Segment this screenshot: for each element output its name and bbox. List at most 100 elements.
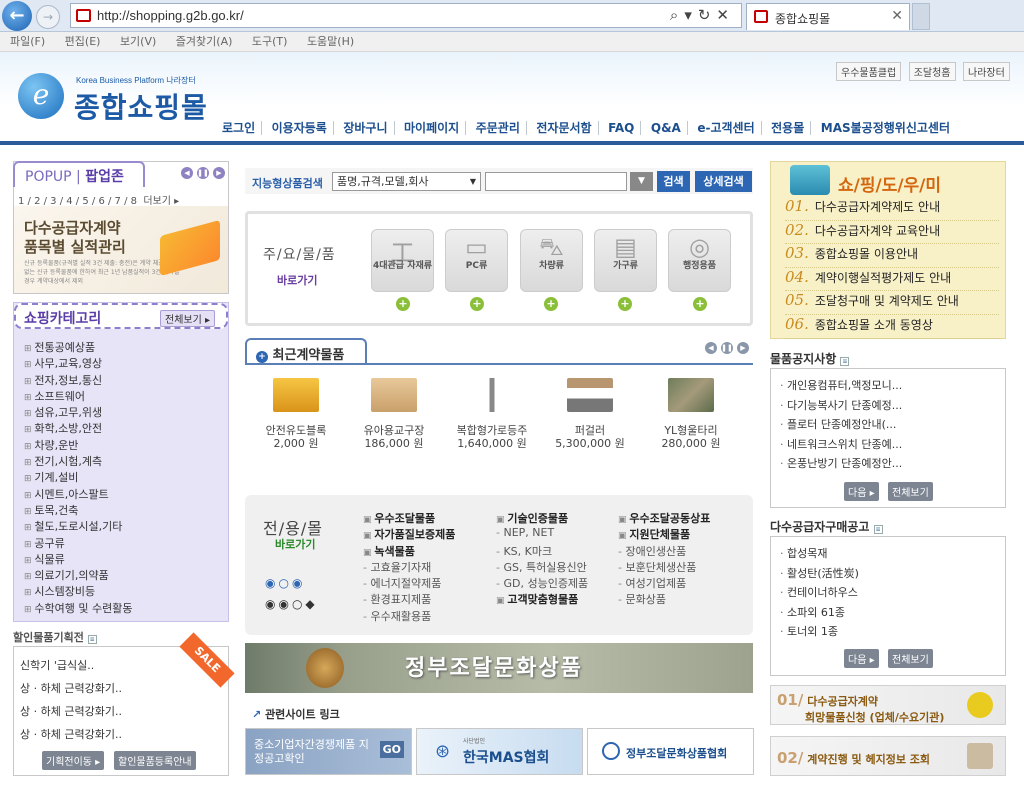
- special-item[interactable]: 녹색물품: [363, 543, 455, 559]
- recent-item[interactable]: YL형울타리 280,000 원: [643, 378, 739, 451]
- nav-qna[interactable]: Q&A: [645, 121, 688, 135]
- category-item[interactable]: 공구류: [24, 535, 132, 551]
- plus-icon[interactable]: +: [618, 297, 632, 311]
- guide-item[interactable]: 03. 종합쇼핑몰 이용안내: [785, 244, 999, 268]
- special-item[interactable]: 여성기업제품: [618, 575, 710, 591]
- browser-tab[interactable]: 종합쇼핑몰 ✕: [746, 3, 910, 30]
- notice1-item[interactable]: 다기능복사기 단종예정...: [780, 397, 902, 417]
- category-item[interactable]: 전기,시험,계측: [24, 453, 132, 469]
- more-icon[interactable]: ≡: [840, 357, 850, 366]
- category-item[interactable]: 전통공예상품: [24, 339, 132, 355]
- guide-text[interactable]: 다수공급자계약제도 안내: [815, 200, 940, 214]
- category-item[interactable]: 의료기기,의약품: [24, 567, 132, 583]
- notice1-next-label[interactable]: 다음: [848, 488, 866, 499]
- logo-e-icon[interactable]: e: [18, 73, 64, 119]
- category-item[interactable]: 기계,설비: [24, 469, 132, 485]
- guide-text[interactable]: 종합쇼핑몰 소개 동영상: [815, 318, 933, 332]
- recent-item[interactable]: 유아용교구장 186,000 원: [346, 378, 442, 451]
- nav-register[interactable]: 이용자등록: [266, 121, 334, 135]
- recent-name[interactable]: YL형울타리: [643, 424, 739, 437]
- special-item[interactable]: 우수조달공동상표: [618, 510, 710, 526]
- nav-mas-report[interactable]: MAS불공정행위신고센터: [815, 121, 956, 135]
- special-item[interactable]: 고효율기자재: [363, 559, 455, 575]
- notice2-item[interactable]: 토너외 1종: [780, 623, 859, 643]
- more-icon[interactable]: ≡: [87, 635, 97, 644]
- goods-furniture[interactable]: ▤ 가구류: [594, 229, 657, 292]
- notice1-item[interactable]: 플로터 단종예정안내(...: [780, 416, 902, 436]
- guide-text[interactable]: 조달청구매 및 계약제도 안내: [815, 294, 959, 308]
- recent-name[interactable]: 유아용교구장: [346, 424, 442, 437]
- category-item[interactable]: 토목,건축: [24, 502, 132, 518]
- notice1-next-button[interactable]: 다음 ▸: [844, 482, 879, 501]
- next-icon[interactable]: ▶: [213, 167, 225, 179]
- special-item[interactable]: KS, K마크: [496, 543, 588, 559]
- special-item[interactable]: GS, 특허실용신안: [496, 559, 588, 575]
- menu-edit[interactable]: 편집(E): [65, 32, 101, 51]
- nav-cart[interactable]: 장바구니: [337, 121, 395, 135]
- category-all-button[interactable]: 전체보기 ▸: [160, 310, 216, 327]
- notice1-item[interactable]: 개인용컴퓨터,액정모니...: [780, 377, 902, 397]
- search-type-select[interactable]: 품명,규격,모델,회사 ▼: [332, 172, 481, 191]
- nav-login[interactable]: 로그인: [216, 121, 263, 135]
- special-item[interactable]: 문화상품: [618, 591, 710, 607]
- menu-favorites[interactable]: 즐겨찾기(A): [176, 32, 233, 51]
- search-button[interactable]: 검색: [657, 171, 690, 192]
- guide-item[interactable]: 06. 종합쇼핑몰 소개 동영상: [785, 315, 999, 339]
- sale-item[interactable]: 상 · 하체 근력강화기..: [20, 703, 122, 726]
- notice2-next-button[interactable]: 다음 ▸: [844, 649, 879, 668]
- special-item[interactable]: 에너지절약제품: [363, 575, 455, 591]
- sale-item[interactable]: 상 · 하체 근력강화기..: [20, 726, 122, 749]
- category-item[interactable]: 시멘트,아스팔트: [24, 486, 132, 502]
- recent-item[interactable]: 안전유도블록 2,000 원: [248, 378, 344, 451]
- category-item[interactable]: 소프트웨어: [24, 388, 132, 404]
- sale-item[interactable]: 신학기 '급식실..: [20, 657, 122, 680]
- address-bar[interactable]: http://shopping.g2b.go.kr/ ⌕▾↻✕: [70, 3, 742, 28]
- plus-icon[interactable]: +: [470, 297, 484, 311]
- related-culture[interactable]: 정부조달문화상품협회: [587, 728, 754, 775]
- prev-icon[interactable]: ◀: [705, 342, 717, 354]
- special-item[interactable]: NEP, NET: [496, 526, 588, 542]
- top-link-excellent-club[interactable]: 우수물품클럽: [836, 62, 902, 81]
- right-banner-1[interactable]: 01/ 다수공급자계약 희망물품신청 (업체/수요기관): [770, 685, 1006, 725]
- notice1-item[interactable]: 네트워크스위치 단종예...: [780, 436, 902, 456]
- logo-title[interactable]: 종합쇼핑몰: [74, 86, 208, 126]
- menu-view[interactable]: 보기(V): [120, 32, 156, 51]
- notice2-item[interactable]: 컨테이너하우스: [780, 584, 859, 604]
- plus-icon[interactable]: +: [396, 297, 410, 311]
- pause-icon[interactable]: ❚❚: [197, 167, 209, 179]
- forward-arrow-icon[interactable]: →: [36, 5, 60, 29]
- category-item[interactable]: 시스템장비등: [24, 583, 132, 599]
- special-item[interactable]: 기술인증물품: [496, 510, 588, 526]
- recent-item[interactable]: 복합형가로등주 1,640,000 원: [444, 378, 540, 451]
- related-sme[interactable]: 중소기업자간경쟁제품 지정공고확인 GO: [245, 728, 412, 775]
- more-icon[interactable]: ≡: [873, 525, 883, 534]
- recent-item[interactable]: 퍼걸러 5,300,000 원: [542, 378, 638, 451]
- guide-text[interactable]: 종합쇼핑몰 이용안내: [815, 247, 918, 261]
- goods-material[interactable]: 工 4대관급 자재류: [371, 229, 434, 292]
- category-item[interactable]: 화학,소방,안전: [24, 420, 132, 436]
- related-sme-label[interactable]: 중소기업자간경쟁제품 지정공고확인: [254, 738, 374, 766]
- recent-name[interactable]: 복합형가로등주: [444, 424, 540, 437]
- special-item[interactable]: 우수조달물품: [363, 510, 455, 526]
- address-controls-icon[interactable]: ⌕▾↻✕: [670, 6, 735, 24]
- category-item[interactable]: 차량,운반: [24, 437, 132, 453]
- next-icon[interactable]: ▶: [737, 342, 749, 354]
- recent-name[interactable]: 퍼걸러: [542, 424, 638, 437]
- guide-item[interactable]: 02. 다수공급자계약 교육안내: [785, 221, 999, 245]
- guide-item[interactable]: 04. 계약이행실적평가제도 안내: [785, 268, 999, 292]
- sale-item[interactable]: 상 · 하체 근력강화기..: [20, 680, 122, 703]
- special-item[interactable]: 지원단체물품: [618, 526, 710, 542]
- culture-assoc-label[interactable]: 정부조달문화상품협회: [626, 745, 727, 761]
- special-item[interactable]: 환경표지제품: [363, 591, 455, 607]
- category-item[interactable]: 식물류: [24, 551, 132, 567]
- search-input[interactable]: [485, 172, 627, 191]
- guide-text[interactable]: 계약이행실적평가제도 안내: [815, 271, 951, 285]
- pause-icon[interactable]: ❚❚: [721, 342, 733, 354]
- mas-label[interactable]: 한국MAS협회: [463, 747, 549, 767]
- special-item[interactable]: 보훈단체생산품: [618, 559, 710, 575]
- recent-name[interactable]: 안전유도블록: [248, 424, 344, 437]
- sale-register-button[interactable]: 할인물품등록안내: [114, 751, 196, 770]
- notice2-next-label[interactable]: 다음: [848, 655, 866, 666]
- guide-item[interactable]: 01. 다수공급자계약제도 안내: [785, 197, 999, 221]
- goods-vehicle[interactable]: ⛍ 차량류: [520, 229, 583, 292]
